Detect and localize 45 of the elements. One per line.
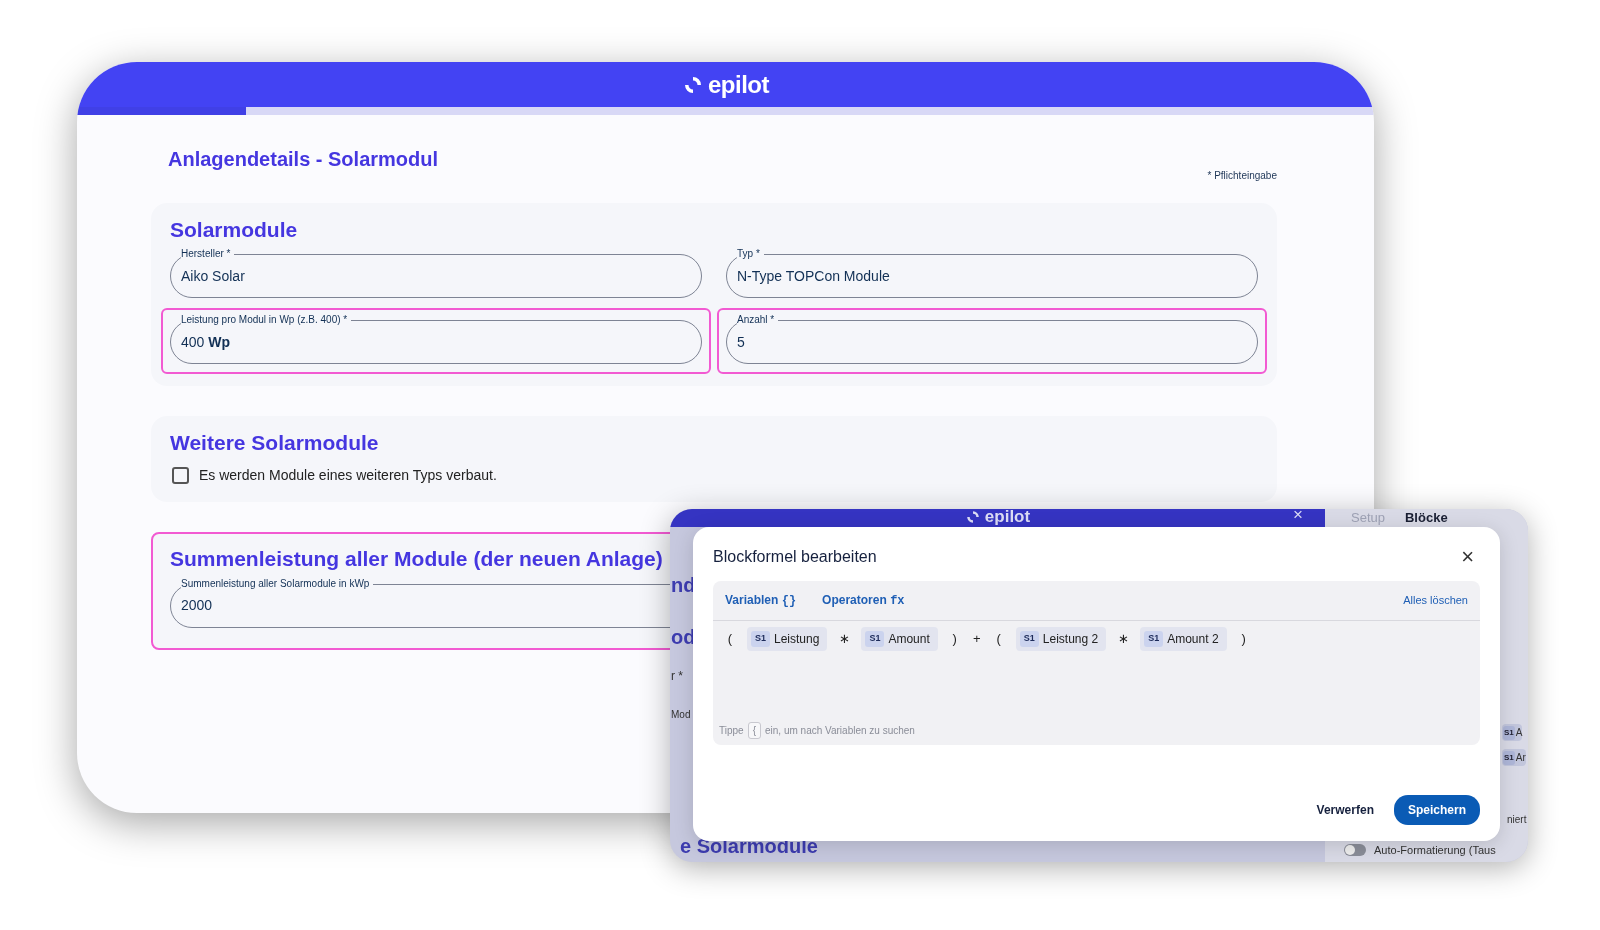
variable-chip[interactable]: S1 Leistung <box>747 627 828 651</box>
tab-button[interactable]: Operatoren fx <box>822 591 905 610</box>
key-icon: { <box>747 722 761 739</box>
section-title: Weitere Solarmodule <box>170 431 379 455</box>
operator-text: ( <box>995 630 1002 649</box>
checkbox-label: Es werden Module eines weiteren Typs verbaut. <box>199 466 497 486</box>
variable-chip[interactable]: S1 Leistung 2 <box>1015 627 1107 651</box>
operator-text: ∗ <box>839 630 850 649</box>
field-label: Typ * <box>737 247 764 262</box>
tab[interactable]: Blöcke <box>1405 509 1448 528</box>
section-title: Summenleistung aller Module (der neuen Anlage) <box>170 547 663 571</box>
operator-text: ) <box>951 630 958 649</box>
operator-text: ( <box>726 630 734 649</box>
close-icon[interactable]: × <box>1293 509 1303 524</box>
field-label: Leistung pro Modul in Wp (z.B. 400) * <box>181 313 352 328</box>
variable-chip[interactable]: S1 Amount 2 <box>1140 627 1227 651</box>
hint-text: Tippe <box>719 724 744 738</box>
checkbox[interactable] <box>172 467 189 485</box>
field-label: Mod <box>671 709 691 720</box>
variable-chip: S1 A <box>1502 724 1523 741</box>
operator-text: ) <box>1240 630 1247 649</box>
variable-chip[interactable]: S1 Amount <box>861 627 938 651</box>
operator-text: ∗ <box>1118 630 1129 649</box>
page-title: Anlagendetails - Solarmodul <box>168 148 439 170</box>
dialog-title: Blockformel bearbeiten <box>713 547 877 567</box>
logo-icon <box>964 509 981 525</box>
logo-text: epilot <box>984 509 1031 525</box>
save-button[interactable]: Speichern <box>1393 795 1480 825</box>
variable-chip: S1 Ar <box>1502 749 1526 766</box>
hint-text: ein, um nach Variablen zu suchen <box>765 724 915 738</box>
close-button[interactable]: × <box>1455 546 1480 568</box>
logo-text: epilot <box>708 72 769 97</box>
formula-editor[interactable]: Variablen {} Operatoren fx Alles löschen ( S1 Leistung ∗ S1 Amount ) + ( S1 Leistung 2 ∗ S1 Amount 2 ) Tippe { ein, um nach Variablen zu suchen <box>713 581 1480 745</box>
operator-text: + <box>971 630 982 649</box>
required-note: * Pflichteingabe <box>1207 170 1277 181</box>
toggle-label: Auto-Formatierung (Taus <box>1374 842 1496 858</box>
field-label: Summenleistung aller Solarmodule in kWp <box>181 576 374 591</box>
discard-button[interactable]: Verwerfen <box>1310 800 1380 820</box>
tab-button[interactable]: Variablen {} <box>725 591 797 610</box>
section-title: e Solarmodule <box>680 835 818 857</box>
clear-button[interactable]: Alles löschen <box>1403 592 1468 609</box>
section-title: Solarmodule <box>170 218 298 241</box>
toggle-switch[interactable] <box>1344 843 1366 856</box>
label-text: niert <box>1507 814 1527 825</box>
field-label: r * <box>671 669 683 683</box>
